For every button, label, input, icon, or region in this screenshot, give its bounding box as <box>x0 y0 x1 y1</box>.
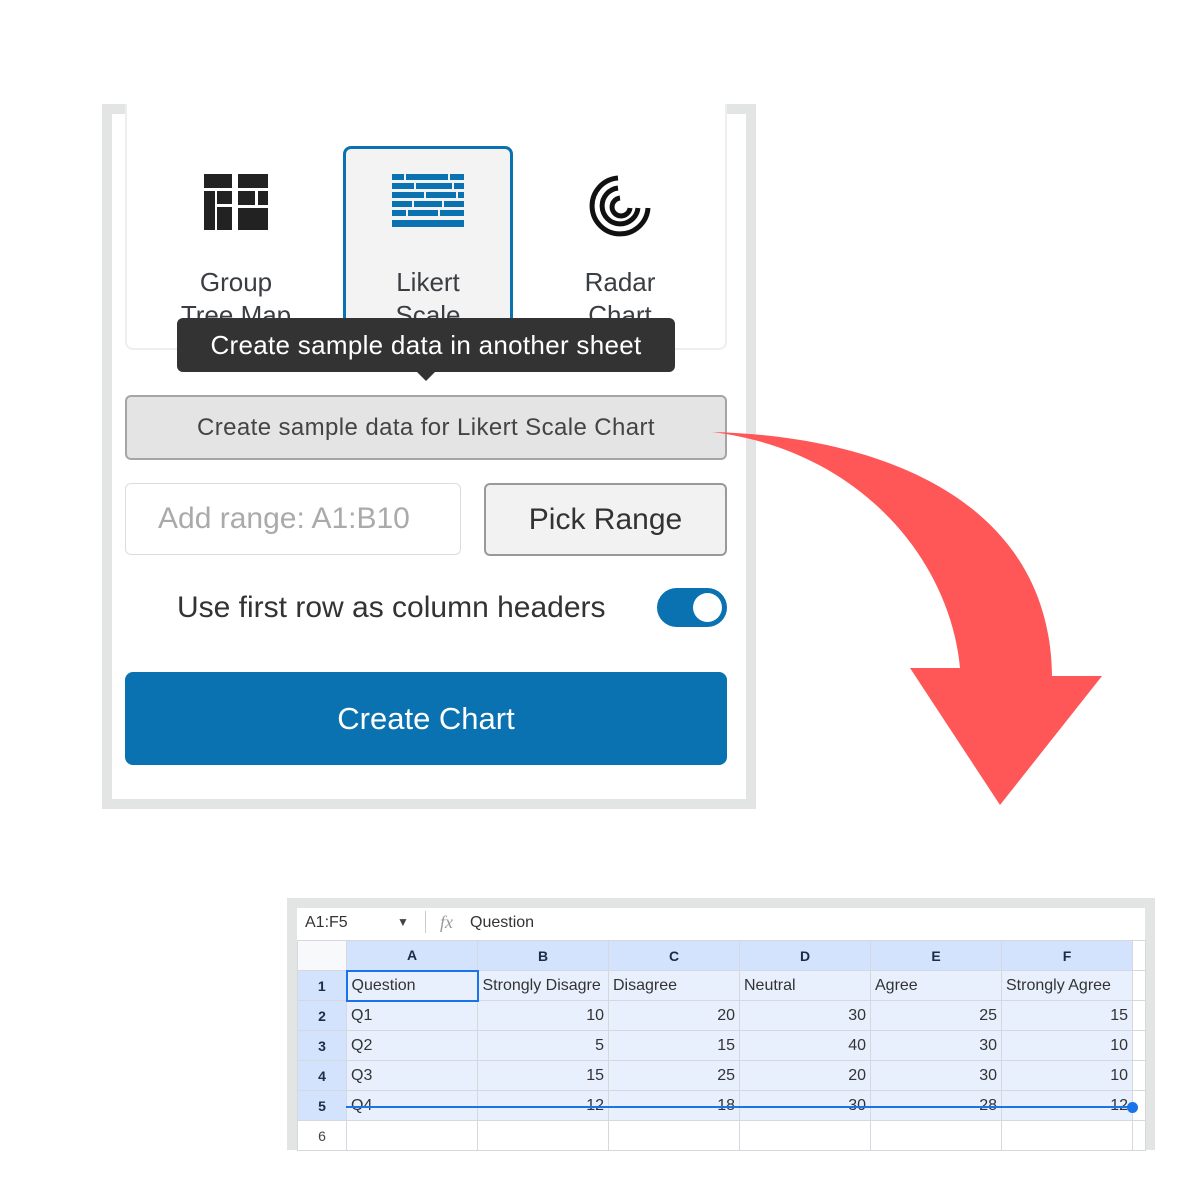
cell[interactable] <box>346 1120 478 1151</box>
cell[interactable] <box>477 1120 609 1151</box>
cell[interactable] <box>739 1120 871 1151</box>
cell[interactable]: Q1 <box>346 1000 478 1031</box>
table-row: 3 Q2 5 15 40 30 10 <box>297 1030 1146 1061</box>
cell[interactable] <box>1001 1120 1133 1151</box>
cell[interactable]: Question <box>345 969 479 1002</box>
cell[interactable]: 15 <box>608 1030 740 1061</box>
cell[interactable]: 20 <box>739 1060 871 1091</box>
cell[interactable]: 25 <box>870 1000 1002 1031</box>
row-header[interactable]: 5 <box>297 1090 347 1121</box>
cell[interactable]: Neutral <box>739 970 871 1001</box>
cell[interactable]: 10 <box>477 1000 609 1031</box>
table-row: 2 Q1 10 20 30 25 15 <box>297 1000 1146 1031</box>
cell[interactable]: Agree <box>870 970 1002 1001</box>
row-header[interactable]: 6 <box>297 1120 347 1151</box>
row-header[interactable]: 3 <box>297 1030 347 1061</box>
column-header[interactable]: F <box>1001 940 1133 971</box>
cell[interactable]: 25 <box>608 1060 740 1091</box>
cell[interactable]: 40 <box>739 1030 871 1061</box>
table-row: 4 Q3 15 25 20 30 10 <box>297 1060 1146 1091</box>
fx-icon: fx <box>440 912 453 932</box>
row-header[interactable]: 1 <box>297 970 347 1001</box>
cell[interactable]: 10 <box>1001 1030 1133 1061</box>
dropdown-arrow-icon[interactable]: ▼ <box>397 909 409 935</box>
cell[interactable] <box>608 1120 740 1151</box>
cell[interactable]: 30 <box>870 1060 1002 1091</box>
row-header[interactable]: 4 <box>297 1060 347 1091</box>
selection-border <box>346 1106 1132 1108</box>
name-box[interactable]: A1:F5 <box>305 910 348 936</box>
cell[interactable] <box>870 1120 1002 1151</box>
cell[interactable]: 15 <box>1001 1000 1133 1031</box>
cell[interactable]: Q2 <box>346 1030 478 1061</box>
fill-handle[interactable] <box>1127 1102 1138 1113</box>
select-all-corner[interactable] <box>297 940 347 971</box>
cell[interactable]: Disagree <box>608 970 740 1001</box>
cell[interactable]: Q3 <box>346 1060 478 1091</box>
column-header[interactable]: B <box>477 940 609 971</box>
cell[interactable]: 30 <box>870 1030 1002 1061</box>
column-header[interactable]: A <box>346 940 478 971</box>
cell[interactable]: 30 <box>739 1000 871 1031</box>
sheet-grid: A B C D E F 1 Question Strongly Disagre Dis… <box>297 940 1146 1151</box>
table-row: 6 <box>297 1120 1146 1151</box>
cell[interactable]: 20 <box>608 1000 740 1031</box>
table-row: 1 Question Strongly Disagre Disagree Neutral… <box>297 969 1146 1002</box>
cell[interactable]: Strongly Disagre <box>477 970 609 1001</box>
cell[interactable]: Strongly Agree <box>1001 970 1133 1001</box>
cell[interactable]: 10 <box>1001 1060 1133 1091</box>
row-header[interactable]: 2 <box>297 1000 347 1031</box>
formula-input[interactable]: Question <box>470 910 534 936</box>
formula-bar: A1:F5 ▼ fx Question <box>297 908 1145 938</box>
column-header[interactable]: C <box>608 940 740 971</box>
column-header[interactable]: D <box>739 940 871 971</box>
cell[interactable]: 5 <box>477 1030 609 1061</box>
column-header[interactable]: E <box>870 940 1002 971</box>
cell[interactable]: 15 <box>477 1060 609 1091</box>
